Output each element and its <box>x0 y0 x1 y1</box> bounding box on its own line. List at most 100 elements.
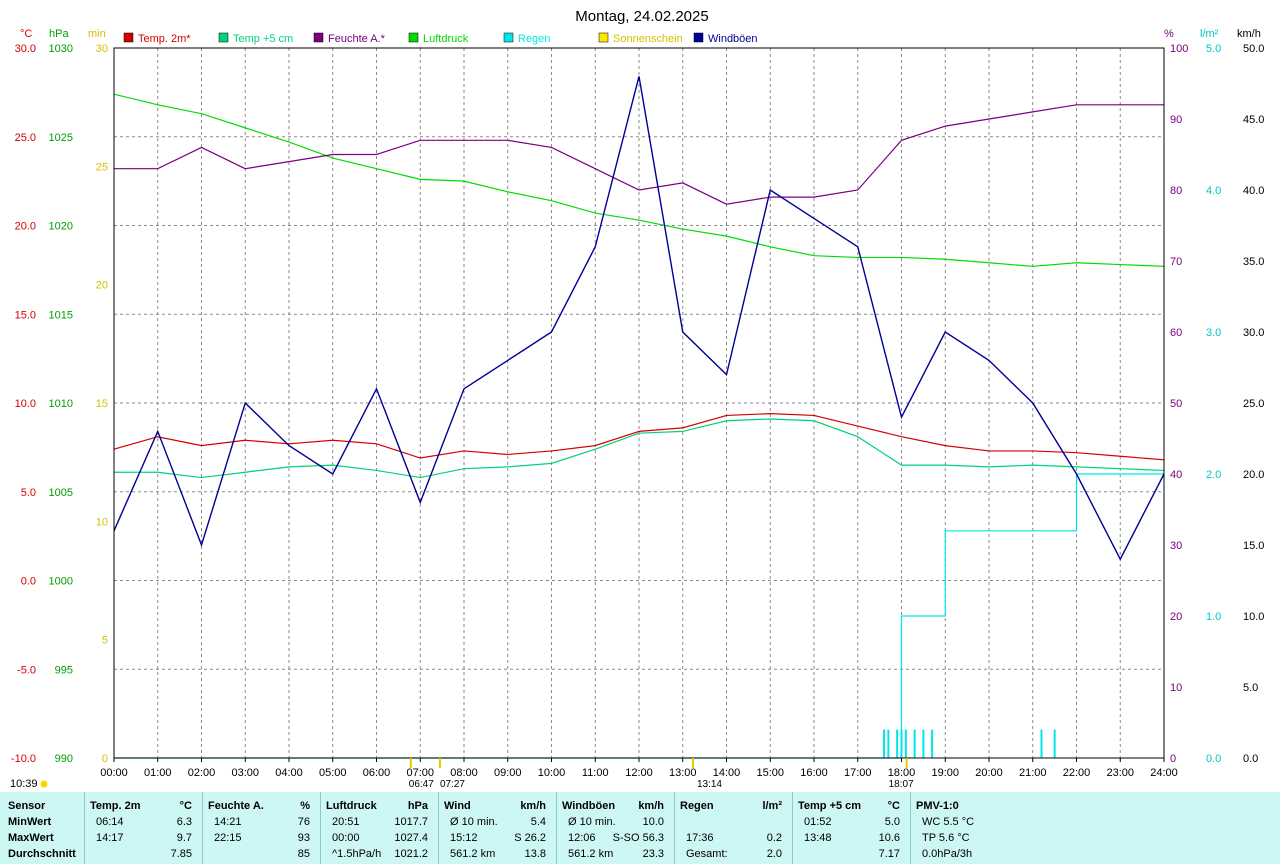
tick-label-time: 01:00 <box>144 767 172 779</box>
stats-row-label-min: MinWert <box>8 816 52 828</box>
tick-label-pressure: 995 <box>55 664 73 676</box>
stats-unit: % <box>300 800 310 812</box>
legend-swatch <box>408 32 419 43</box>
legend-label: Luftdruck <box>423 33 469 45</box>
tick-label-time: 12:00 <box>625 767 653 779</box>
stats-value: 23.3 <box>642 848 664 860</box>
tick-label-rain: 1.0 <box>1206 611 1221 623</box>
rain-bar <box>1053 729 1056 758</box>
tick-label-rain: 3.0 <box>1206 327 1221 339</box>
legend-swatch <box>123 32 134 43</box>
tick-label-humidity: 20 <box>1170 611 1182 623</box>
stats-time: TP 5.6 °C <box>922 832 970 844</box>
tick-label-sunshine: 15 <box>96 398 108 410</box>
tick-label-pressure: 1000 <box>49 576 73 588</box>
sun-icon <box>40 780 48 788</box>
tick-label-time: 00:00 <box>100 767 128 779</box>
tick-label-temp: 15.0 <box>15 309 36 321</box>
weather-chart: Montag, 24.02.2025 Temp. 2m* Temp +5 cm Fe… <box>0 0 1280 792</box>
stats-separator <box>202 792 203 864</box>
tick-label-time: 06:00 <box>363 767 391 779</box>
rain-bar <box>896 729 899 758</box>
tick-label-humidity: 60 <box>1170 327 1182 339</box>
stats-separator <box>320 792 321 864</box>
stats-unit: km/h <box>638 800 664 812</box>
stats-value: S 26.2 <box>514 832 546 844</box>
tick-label-time: 16:00 <box>800 767 828 779</box>
stats-unit: °C <box>887 800 900 812</box>
tick-label-time: 13:00 <box>669 767 697 779</box>
tick-label-wind: 0.0 <box>1243 753 1258 765</box>
tick-label-temp: 20.0 <box>15 221 36 233</box>
legend-swatch <box>598 32 609 43</box>
stats-separator <box>674 792 675 864</box>
tick-label-temp: 5.0 <box>21 487 36 499</box>
stats-value: 7.17 <box>878 848 900 860</box>
tick-label-humidity: 50 <box>1170 398 1182 410</box>
legend-label: Regen <box>518 33 550 45</box>
tick-label-time: 08:00 <box>450 767 478 779</box>
tick-label-wind: 20.0 <box>1243 469 1264 481</box>
legend-swatch <box>313 32 324 43</box>
tick-label-wind: 45.0 <box>1243 114 1264 126</box>
stats-row-label-sensor: Sensor <box>8 800 46 812</box>
stats-value: 1017.7 <box>394 816 428 828</box>
legend-label: Windböen <box>708 33 758 45</box>
rain-bar <box>883 729 885 758</box>
statistics-panel: Sensor MinWert MaxWert Durchschnitt Temp… <box>0 792 1280 864</box>
tick-label-sunshine: 0 <box>102 753 108 765</box>
tick-label-time: 03:00 <box>231 767 259 779</box>
tick-label-sunshine: 30 <box>96 43 108 55</box>
stats-separator <box>910 792 911 864</box>
stats-sensor-name: PMV-1:0 <box>916 800 959 812</box>
tick-label-rain: 2.0 <box>1206 469 1221 481</box>
tick-label-time: 21:00 <box>1019 767 1047 779</box>
tick-label-time: 20:00 <box>975 767 1003 779</box>
stats-value: 7.85 <box>170 848 192 860</box>
tick-label-pressure: 990 <box>55 753 73 765</box>
tick-label-time: 24:00 <box>1150 767 1178 779</box>
tick-label-time: 05:00 <box>319 767 347 779</box>
legend-label: Sonnenschein <box>613 33 683 45</box>
tick-label-pressure: 1025 <box>49 132 73 144</box>
tick-label-temp: 30.0 <box>15 43 36 55</box>
chart-background <box>0 0 1280 792</box>
tick-label-pressure: 1010 <box>49 398 73 410</box>
stats-value: 85 <box>297 848 310 860</box>
stats-value: 13.8 <box>524 848 546 860</box>
unit-wind: km/h <box>1237 28 1261 40</box>
unit-humidity: % <box>1164 28 1174 40</box>
stats-value: 1027.4 <box>394 832 428 844</box>
stats-separator <box>438 792 439 864</box>
stats-separator <box>792 792 793 864</box>
stats-value: 93 <box>297 832 310 844</box>
tick-label-humidity: 40 <box>1170 469 1182 481</box>
tick-label-rain: 4.0 <box>1206 185 1221 197</box>
legend-label: Temp. 2m* <box>138 33 191 45</box>
stats-value: 2.0 <box>766 848 782 860</box>
stats-time: 0.0hPa/3h <box>922 848 973 860</box>
stats-unit: km/h <box>520 800 546 812</box>
stats-time: WC 5.5 °C <box>922 816 975 828</box>
tick-label-wind: 5.0 <box>1243 682 1258 694</box>
tick-label-rain: 5.0 <box>1206 43 1221 55</box>
tick-label-sunshine: 20 <box>96 280 108 292</box>
rain-bar <box>1040 729 1043 758</box>
tick-label-wind: 50.0 <box>1243 43 1264 55</box>
stats-value: 10.6 <box>878 832 900 844</box>
tick-label-temp: -5.0 <box>17 664 36 676</box>
tick-label-wind: 10.0 <box>1243 611 1264 623</box>
tick-label-rain: 0.0 <box>1206 753 1221 765</box>
legend-swatch <box>693 32 704 43</box>
tick-label-time: 04:00 <box>275 767 303 779</box>
tick-label-time: 17:00 <box>844 767 872 779</box>
legend-label: Temp +5 cm <box>233 33 293 45</box>
tick-label-humidity: 100 <box>1170 43 1188 55</box>
tick-label-temp: 0.0 <box>21 576 36 588</box>
tick-label-time: 10:00 <box>538 767 566 779</box>
tick-label-pressure: 1015 <box>49 309 73 321</box>
dawn-label: 06:47 <box>409 779 434 790</box>
sunrise-label: 07:27 <box>440 779 465 790</box>
stats-row-label-max: MaxWert <box>8 832 54 844</box>
stats-unit: l/m² <box>762 800 782 812</box>
